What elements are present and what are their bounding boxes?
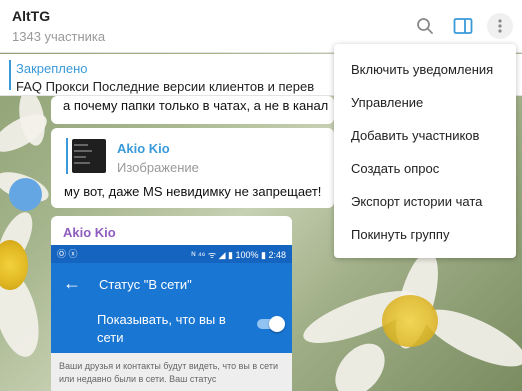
toggle-knob: [269, 316, 285, 332]
reply-image-thumbnail[interactable]: [72, 139, 106, 173]
menu-item-export-history[interactable]: Экспорт истории чата: [334, 185, 516, 218]
menu-item-add-members[interactable]: Добавить участников: [334, 119, 516, 152]
sidebar-toggle-icon: [453, 18, 473, 34]
more-menu-button[interactable]: [487, 13, 513, 39]
menu-item-leave-group[interactable]: Покинуть группу: [334, 218, 516, 251]
reply-author[interactable]: Akio Kio: [117, 141, 170, 156]
message-bubble[interactable]: Akio Kio Изображение му вот, даже MS нев…: [51, 128, 334, 208]
chat-title[interactable]: AltTG: [12, 8, 50, 24]
toggle-sidebar-button[interactable]: [450, 13, 476, 39]
android-app-bar: ← Статус "В сети": [51, 263, 292, 307]
chat-options-menu: Включить уведомления Управление Добавить…: [334, 44, 516, 258]
wallpaper-daisy-center: [382, 295, 438, 347]
search-button[interactable]: [412, 13, 438, 39]
thumbnail-line: [74, 150, 92, 152]
online-status-setting: Показывать, что вы в сети: [51, 307, 292, 353]
search-icon: [417, 18, 433, 34]
menu-item-manage[interactable]: Управление: [334, 86, 516, 119]
more-vertical-icon: [498, 19, 502, 33]
pinned-label: Закреплено: [16, 61, 88, 76]
pinned-text: FAQ Прокси Последние версии клиентов и п…: [16, 79, 315, 94]
status-icons: Ⓞ ⓧ: [57, 249, 78, 259]
description-text: Ваши друзья и контакты будут видеть, что…: [59, 361, 279, 384]
message-bubble[interactable]: а почему папки только в чатах, а не в ка…: [51, 96, 334, 124]
thumbnail-line: [74, 156, 86, 158]
sender-name[interactable]: Akio Kio: [63, 225, 116, 240]
back-arrow-icon: ←: [63, 273, 81, 293]
message-image[interactable]: Ⓞ ⓧ ᴺ ⁴⁶ ᯤ ◢ ▮ 100% ▮ 2:48 ← Статус "В с…: [51, 245, 292, 391]
member-count: 1343 участника: [12, 29, 106, 44]
pinned-accent-bar: [9, 60, 11, 90]
reply-type: Изображение: [117, 160, 199, 175]
thumbnail-line: [74, 144, 88, 146]
setting-description: Ваши друзья и контакты будут видеть, что…: [51, 353, 292, 391]
android-status-bar: Ⓞ ⓧ ᴺ ⁴⁶ ᯤ ◢ ▮ 100% ▮ 2:48: [51, 245, 292, 263]
toggle-switch: [257, 316, 285, 332]
message-text: му вот, даже MS невидимку не запрещает!: [64, 184, 322, 199]
wallpaper-petal: [325, 334, 395, 391]
menu-item-create-poll[interactable]: Создать опрос: [334, 152, 516, 185]
message-text: а почему папки только в чатах, а не в ка…: [63, 98, 329, 113]
thumbnail-line: [74, 162, 90, 164]
menu-item-enable-notifications[interactable]: Включить уведомления: [334, 53, 516, 86]
app-bar-title: Статус "В сети": [99, 277, 192, 292]
status-right: ᴺ ⁴⁶ ᯤ ◢ ▮ 100% ▮ 2:48: [191, 250, 286, 260]
reply-accent-bar: [66, 138, 68, 174]
setting-label: Показывать, что вы в сети: [97, 312, 226, 345]
avatar[interactable]: [9, 178, 42, 211]
